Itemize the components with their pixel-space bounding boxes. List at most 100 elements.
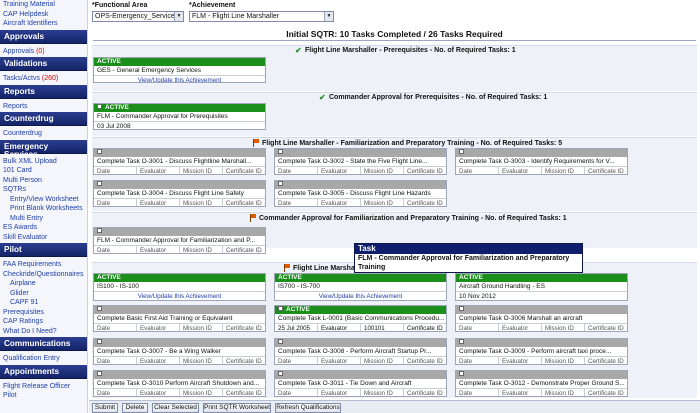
certificate-id-field[interactable]: Certificate ID bbox=[404, 167, 446, 174]
certificate-id-field[interactable]: Certificate ID bbox=[404, 199, 446, 206]
sidebar-item[interactable]: Glider bbox=[0, 289, 87, 299]
certificate-id-field[interactable]: Certificate ID bbox=[404, 389, 446, 396]
achievement-select[interactable]: FLM - Flight Line Marshaller ▼ bbox=[189, 11, 334, 22]
sidebar-link[interactable]: Training Material bbox=[0, 0, 87, 10]
date-field[interactable]: Date bbox=[275, 199, 318, 206]
task-checkbox[interactable] bbox=[278, 149, 283, 154]
sidebar-item[interactable]: CAP Ratings bbox=[0, 317, 87, 327]
delete-button[interactable]: Delete bbox=[122, 403, 148, 413]
certificate-id-field[interactable]: Certificate ID bbox=[585, 167, 627, 174]
certificate-id-field[interactable]: Certificate ID bbox=[223, 357, 265, 364]
sidebar-section-header[interactable]: Validations bbox=[0, 57, 87, 71]
date-field[interactable]: Date bbox=[94, 167, 137, 174]
task-checkbox[interactable] bbox=[97, 104, 102, 109]
evaluator-field[interactable]: Evaluator bbox=[137, 389, 180, 396]
sidebar-item[interactable]: What Do I Need? bbox=[0, 327, 87, 337]
sidebar-item[interactable]: Checkride/Questionnaires bbox=[0, 270, 87, 280]
sidebar-item[interactable]: Print Blank Worksheets bbox=[0, 204, 87, 214]
certificate-id-field[interactable]: Certificate ID bbox=[585, 324, 627, 331]
sidebar-item[interactable]: Multi Entry bbox=[0, 214, 87, 224]
date-field[interactable]: Date bbox=[94, 246, 137, 253]
sidebar-link[interactable]: CAP Helpdesk bbox=[0, 10, 87, 20]
task-checkbox[interactable] bbox=[278, 371, 283, 376]
mission-id-field[interactable]: Mission ID bbox=[361, 167, 404, 174]
sidebar-item[interactable]: Multi Person bbox=[0, 176, 87, 186]
certificate-id-field[interactable]: Certificate ID bbox=[585, 357, 627, 364]
certificate-id-field[interactable]: Certificate ID bbox=[223, 167, 265, 174]
sidebar-section-header[interactable]: Emergency Services bbox=[0, 139, 87, 158]
date-field[interactable]: Date bbox=[275, 167, 318, 174]
mission-id-field[interactable]: Mission ID bbox=[180, 324, 223, 331]
sidebar-section-header[interactable]: Reports bbox=[0, 84, 87, 99]
task-checkbox[interactable] bbox=[97, 181, 102, 186]
mission-id-field[interactable]: Mission ID bbox=[361, 199, 404, 206]
date-field[interactable]: Date bbox=[456, 389, 499, 396]
mission-id-field[interactable]: Mission ID bbox=[361, 357, 404, 364]
sidebar-item[interactable]: CAPF 91 bbox=[0, 298, 87, 308]
task-checkbox[interactable] bbox=[278, 306, 283, 311]
sidebar-item[interactable]: Pilot bbox=[0, 391, 87, 401]
certificate-id-field[interactable]: Certificate ID bbox=[404, 324, 446, 331]
date-field[interactable]: Date bbox=[456, 167, 499, 174]
date-field[interactable]: 25 Jul 2005 bbox=[275, 324, 318, 331]
certificate-id-field[interactable]: Certificate ID bbox=[223, 389, 265, 396]
mission-id-field[interactable]: Mission ID bbox=[542, 389, 585, 396]
sidebar-item[interactable]: ES Awards bbox=[0, 223, 87, 233]
date-field[interactable]: Date bbox=[275, 389, 318, 396]
evaluator-field[interactable]: Evaluator bbox=[318, 389, 361, 396]
sidebar-item[interactable]: Approvals (0) bbox=[0, 47, 87, 57]
functional-area-select[interactable]: OPS-Emergency_Services ▼ bbox=[92, 11, 184, 22]
sidebar-item[interactable]: FAA Requirements bbox=[0, 260, 87, 270]
clear-selected-button[interactable]: Clear Selected bbox=[152, 403, 199, 413]
task-checkbox[interactable] bbox=[459, 371, 464, 376]
submit-button[interactable]: Submit bbox=[92, 403, 118, 413]
date-field[interactable]: Date bbox=[94, 324, 137, 331]
evaluator-field[interactable]: Evaluator bbox=[137, 167, 180, 174]
date-field[interactable]: Date bbox=[275, 357, 318, 364]
evaluator-field[interactable]: Evaluator bbox=[318, 199, 361, 206]
refresh-qualifications-button[interactable]: Refresh Qualifications bbox=[275, 403, 341, 413]
sidebar-section-header[interactable]: Appointments bbox=[0, 364, 87, 379]
sidebar-section-header[interactable]: Pilot bbox=[0, 243, 87, 257]
task-checkbox[interactable] bbox=[97, 371, 102, 376]
mission-id-field[interactable]: Mission ID bbox=[542, 167, 585, 174]
evaluator-field[interactable]: Evaluator bbox=[137, 246, 180, 253]
sidebar-item[interactable]: SQTRs bbox=[0, 185, 87, 195]
task-checkbox[interactable] bbox=[97, 339, 102, 344]
sidebar-item[interactable]: Tasks/Actvs (260) bbox=[0, 74, 87, 84]
task-checkbox[interactable] bbox=[97, 306, 102, 311]
view-update-link[interactable]: View/Update this Achievement bbox=[94, 76, 265, 82]
sidebar-section-header[interactable]: Communications bbox=[0, 337, 87, 351]
evaluator-field[interactable]: Evaluator bbox=[137, 324, 180, 331]
evaluator-field[interactable]: Evaluator bbox=[499, 324, 542, 331]
sidebar-section-header[interactable]: Approvals bbox=[0, 29, 87, 44]
date-field[interactable]: Date bbox=[456, 324, 499, 331]
view-update-link[interactable]: View/Update this Achievement bbox=[275, 292, 446, 300]
print-sqtr-worksheet-button[interactable]: Print SQTR Worksheet bbox=[203, 403, 271, 413]
mission-id-field[interactable]: Mission ID bbox=[542, 357, 585, 364]
evaluator-field[interactable]: Evaluator bbox=[137, 199, 180, 206]
date-field[interactable]: Date bbox=[94, 389, 137, 396]
task-checkbox[interactable] bbox=[97, 149, 102, 154]
evaluator-field[interactable]: Evaluator bbox=[137, 357, 180, 364]
mission-id-field[interactable]: Mission ID bbox=[180, 167, 223, 174]
sidebar-item[interactable]: Counterdrug bbox=[0, 129, 87, 139]
sidebar-item[interactable]: Skill Evaluator bbox=[0, 233, 87, 243]
task-checkbox[interactable] bbox=[459, 149, 464, 154]
task-checkbox[interactable] bbox=[278, 181, 283, 186]
sidebar-item[interactable]: Airplane bbox=[0, 279, 87, 289]
sidebar-link[interactable]: Aircraft Identifiers bbox=[0, 19, 87, 29]
sidebar-item[interactable]: Bulk XML Upload bbox=[0, 157, 87, 167]
task-checkbox[interactable] bbox=[97, 228, 102, 233]
certificate-id-field[interactable]: Certificate ID bbox=[404, 357, 446, 364]
sidebar-item[interactable]: Qualification Entry bbox=[0, 354, 87, 364]
task-checkbox[interactable] bbox=[459, 339, 464, 344]
mission-id-field[interactable]: Mission ID bbox=[180, 199, 223, 206]
mission-id-field[interactable]: Mission ID bbox=[542, 324, 585, 331]
sidebar-item[interactable]: Flight Release Officer bbox=[0, 382, 87, 392]
date-field[interactable]: Date bbox=[94, 357, 137, 364]
evaluator-field[interactable]: Evaluator bbox=[318, 324, 361, 331]
evaluator-field[interactable]: Evaluator bbox=[499, 357, 542, 364]
mission-id-field[interactable]: Mission ID bbox=[180, 389, 223, 396]
certificate-id-field[interactable]: Certificate ID bbox=[223, 246, 265, 253]
